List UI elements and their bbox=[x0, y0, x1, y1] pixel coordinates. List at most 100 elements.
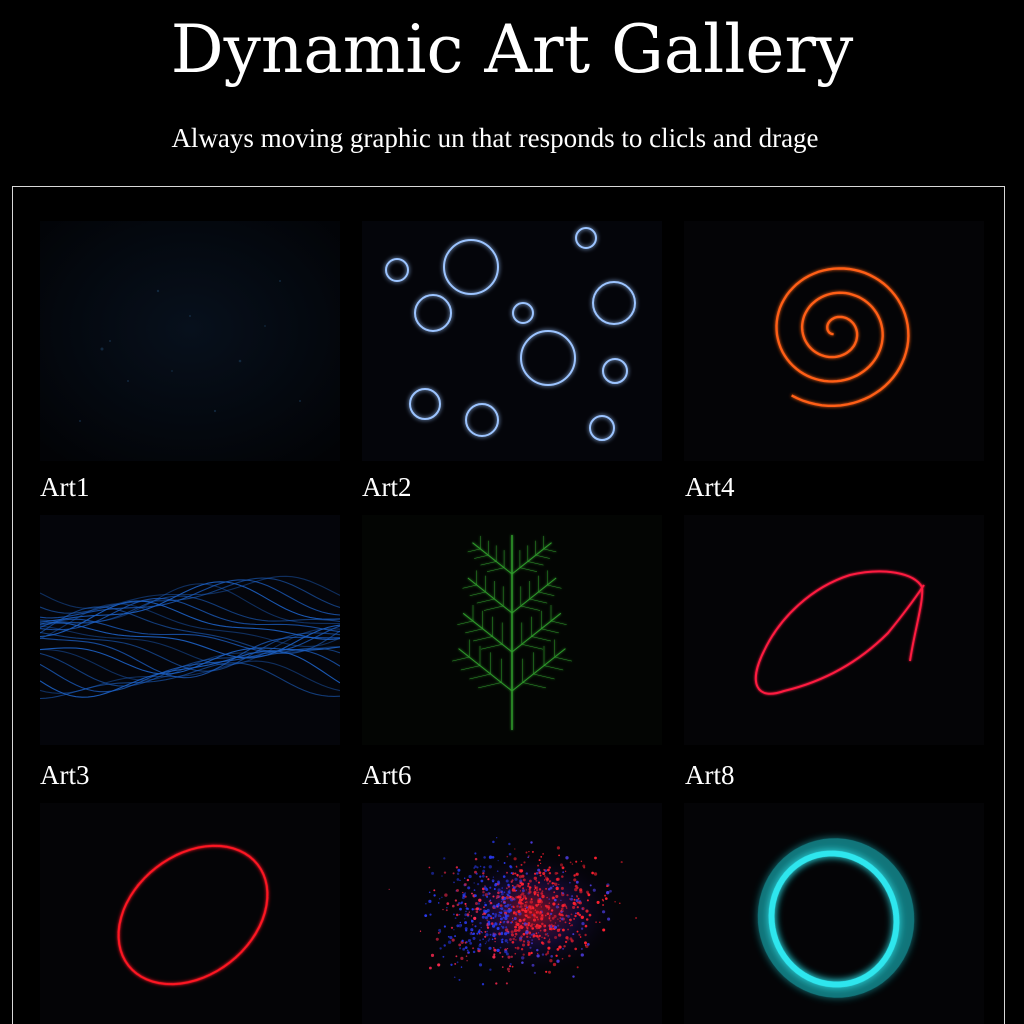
red-ring-canvas[interactable] bbox=[40, 803, 340, 1024]
particle-dot bbox=[481, 983, 485, 986]
art-tile-2[interactable] bbox=[362, 221, 662, 461]
particle-dot bbox=[537, 900, 540, 904]
particle-dot bbox=[620, 861, 623, 864]
particle-dot bbox=[528, 879, 532, 883]
particle-dot bbox=[514, 947, 517, 949]
particle-dot bbox=[565, 856, 569, 860]
particle-dot bbox=[555, 886, 559, 891]
particle-dot bbox=[466, 913, 470, 916]
particle-dot bbox=[504, 913, 506, 915]
particle-dot bbox=[443, 871, 447, 874]
particle-dot bbox=[510, 905, 513, 908]
particle-dot bbox=[546, 877, 550, 881]
particle-dot bbox=[476, 932, 479, 935]
bubbles-canvas[interactable] bbox=[362, 221, 662, 461]
particle-dot bbox=[474, 894, 477, 897]
cyan-ring-canvas[interactable] bbox=[684, 803, 984, 1024]
particle-dot bbox=[506, 920, 510, 924]
particle-dot bbox=[570, 939, 574, 943]
particle-dot bbox=[545, 887, 548, 890]
particle-dot bbox=[505, 982, 508, 985]
spiral-canvas[interactable] bbox=[684, 221, 984, 461]
particle-dot bbox=[463, 877, 466, 879]
particle-dot bbox=[482, 872, 485, 875]
art-tile-4[interactable] bbox=[40, 515, 340, 745]
loop-line-canvas[interactable] bbox=[684, 515, 984, 745]
particle-dot bbox=[516, 873, 519, 877]
particle-dot bbox=[469, 932, 473, 936]
particle-dot bbox=[570, 924, 574, 927]
art-tile-8[interactable] bbox=[362, 803, 662, 1024]
particle-dot bbox=[592, 888, 596, 892]
particle-dot bbox=[439, 947, 442, 950]
particle-dot bbox=[499, 904, 503, 907]
particle-dot bbox=[479, 933, 481, 935]
particle-dot bbox=[531, 850, 534, 853]
particle-dot bbox=[500, 915, 502, 917]
particle-dot bbox=[492, 895, 495, 898]
waves-canvas[interactable] bbox=[40, 515, 340, 745]
particle-dot bbox=[569, 918, 572, 922]
particle-dot bbox=[558, 928, 561, 931]
particle-dot bbox=[515, 889, 518, 892]
particle-dot bbox=[501, 896, 505, 899]
art-tile-5[interactable] bbox=[362, 515, 662, 745]
particle-dot bbox=[491, 855, 495, 859]
particle-dot bbox=[527, 940, 529, 942]
particle-dot bbox=[482, 894, 485, 897]
particle-dot bbox=[520, 948, 524, 951]
particle-dot bbox=[564, 921, 567, 924]
particle-dot bbox=[464, 946, 468, 949]
particle-dot bbox=[472, 950, 476, 954]
particle-dot bbox=[466, 878, 470, 882]
particle-dot bbox=[506, 914, 510, 918]
particle-field-canvas[interactable] bbox=[40, 221, 340, 461]
particle-dot bbox=[588, 913, 592, 917]
particle-dot bbox=[450, 963, 453, 966]
particle-dot bbox=[498, 923, 501, 926]
particle-cloud-canvas[interactable] bbox=[362, 803, 662, 1024]
particle-dot bbox=[511, 896, 515, 901]
art-tile-3[interactable] bbox=[684, 221, 984, 461]
particle-dot bbox=[533, 890, 537, 895]
particle-dot bbox=[461, 896, 465, 900]
particle-dot bbox=[560, 928, 562, 930]
particle-dot bbox=[459, 879, 461, 882]
particle-dot bbox=[513, 917, 517, 920]
particle-dot bbox=[461, 939, 464, 942]
particle-dot bbox=[479, 908, 482, 911]
particle-dot bbox=[465, 910, 467, 913]
particle-dot bbox=[531, 942, 533, 945]
particle-dot bbox=[575, 873, 578, 876]
particle-dot bbox=[569, 881, 571, 884]
particle-dot bbox=[538, 871, 542, 874]
art-tile-7[interactable] bbox=[40, 803, 340, 1024]
particle-dot bbox=[548, 880, 552, 883]
art-tile-6[interactable] bbox=[684, 515, 984, 745]
particle-dot bbox=[478, 929, 481, 932]
particle-dot bbox=[509, 866, 513, 869]
particle-dot bbox=[573, 902, 577, 906]
particle-dot bbox=[515, 939, 517, 941]
particle-dot bbox=[482, 938, 484, 940]
fern-canvas[interactable] bbox=[362, 515, 662, 745]
particle-dot bbox=[493, 933, 496, 936]
particle-dot bbox=[539, 874, 542, 877]
particle-dot bbox=[514, 952, 517, 955]
particle-dot bbox=[501, 966, 504, 968]
particle-dot bbox=[506, 887, 508, 890]
particle-dot bbox=[444, 893, 448, 897]
particle-dot bbox=[521, 892, 525, 896]
particle-dot bbox=[525, 872, 528, 875]
particle-dot bbox=[559, 920, 562, 922]
particle-dot bbox=[462, 947, 466, 951]
particle-dot bbox=[575, 880, 579, 884]
particle-dot bbox=[536, 948, 539, 952]
particle-dot bbox=[583, 866, 586, 869]
art-tile-1[interactable] bbox=[40, 221, 340, 461]
particle-dot bbox=[457, 868, 461, 872]
art-tile-9[interactable] bbox=[684, 803, 984, 1024]
particle-dot bbox=[602, 903, 605, 907]
particle-dot bbox=[471, 908, 474, 911]
particle-dot bbox=[540, 915, 544, 919]
